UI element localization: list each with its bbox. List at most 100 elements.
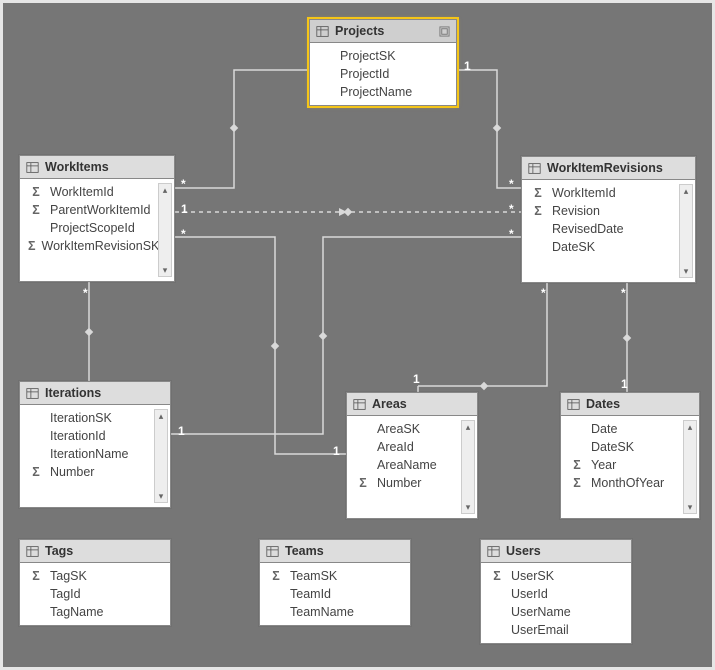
field-row[interactable]: AreaName (353, 456, 459, 474)
field-row[interactable]: ΣNumber (353, 474, 459, 492)
field-name: Year (591, 458, 616, 472)
scrollbar[interactable]: ▴ ▾ (683, 420, 697, 514)
scroll-up-icon[interactable]: ▴ (163, 184, 168, 196)
scrollbar[interactable]: ▴ ▾ (461, 420, 475, 514)
entity-title: Teams (285, 544, 324, 558)
field-row[interactable]: IterationName (26, 445, 152, 463)
entity-workitems[interactable]: WorkItems ΣWorkItemId ΣParentWorkItemId … (19, 155, 175, 282)
sigma-icon: Σ (569, 458, 585, 472)
card-label: 1 (181, 202, 188, 216)
field-row[interactable]: TagId (26, 585, 168, 603)
field-name: TeamSK (290, 569, 337, 583)
field-row[interactable]: ProjectName (316, 83, 454, 101)
entity-projects[interactable]: Projects ProjectSK ProjectId ProjectName (309, 19, 457, 106)
field-row[interactable]: ProjectId (316, 65, 454, 83)
sigma-icon: Σ (530, 204, 546, 218)
field-row[interactable]: IterationSK (26, 409, 152, 427)
scroll-down-icon[interactable]: ▾ (466, 501, 471, 513)
scroll-down-icon[interactable]: ▾ (163, 264, 168, 276)
entity-header[interactable]: WorkItemRevisions (522, 157, 695, 180)
field-row[interactable]: DateSK (567, 438, 681, 456)
table-icon (487, 545, 500, 558)
scroll-down-icon[interactable]: ▾ (688, 501, 693, 513)
entity-body: ProjectSK ProjectId ProjectName (310, 43, 456, 105)
card-label: * (541, 286, 546, 300)
field-row[interactable]: ΣRevision (528, 202, 677, 220)
card-label: * (83, 286, 88, 300)
scrollbar[interactable]: ▴ ▾ (154, 409, 168, 503)
entity-title: Users (506, 544, 541, 558)
field-row[interactable]: ΣParentWorkItemId (26, 201, 156, 219)
entity-body: ΣWorkItemId ΣRevision RevisedDate DateSK… (522, 180, 695, 282)
scrollbar[interactable]: ▴ ▾ (158, 183, 172, 277)
scroll-up-icon[interactable]: ▴ (466, 421, 471, 433)
diagram-canvas[interactable]: 1 * 1 * 1 * * * * 1 * * 1 1 1 Projects P… (0, 0, 715, 670)
field-row[interactable]: UserId (487, 585, 629, 603)
field-row[interactable]: ΣTagSK (26, 567, 168, 585)
field-row[interactable]: RevisedDate (528, 220, 677, 238)
entity-title: WorkItems (45, 160, 109, 174)
entity-users[interactable]: Users ΣUserSK UserId UserName UserEmail (480, 539, 632, 644)
entity-header[interactable]: Areas (347, 393, 477, 416)
field-row[interactable]: ΣMonthOfYear (567, 474, 681, 492)
field-row[interactable]: DateSK (528, 238, 677, 256)
field-row[interactable]: AreaId (353, 438, 459, 456)
field-name: Number (377, 476, 421, 490)
field-row[interactable]: ΣUserSK (487, 567, 629, 585)
field-row[interactable]: ProjectSK (316, 47, 454, 65)
entity-iterations[interactable]: Iterations IterationSK IterationId Itera… (19, 381, 171, 508)
sigma-icon: Σ (28, 185, 44, 199)
field-row[interactable]: Σ Year (567, 456, 681, 474)
field-name: WorkItemId (552, 186, 616, 200)
card-label: * (181, 177, 186, 191)
field-row[interactable]: Date (567, 420, 681, 438)
entity-areas[interactable]: Areas AreaSK AreaId AreaName ΣNumber ▴ ▾ (346, 392, 478, 519)
entity-header[interactable]: Projects (310, 20, 456, 43)
field-row[interactable]: ProjectScopeId (26, 219, 156, 237)
entity-header[interactable]: Tags (20, 540, 170, 563)
card-label: 1 (413, 372, 420, 386)
entity-title: Iterations (45, 386, 101, 400)
expand-icon[interactable] (439, 26, 450, 37)
field-row[interactable]: TagName (26, 603, 168, 621)
entity-workitemrevisions[interactable]: WorkItemRevisions ΣWorkItemId ΣRevision … (521, 156, 696, 283)
field-row[interactable]: TeamName (266, 603, 408, 621)
entity-body: Date DateSK Σ Year ΣMonthOfYear ▴ ▾ (561, 416, 699, 518)
field-row[interactable]: ΣWorkItemId (26, 183, 156, 201)
scroll-up-icon[interactable]: ▴ (684, 185, 689, 197)
sigma-icon: Σ (28, 465, 44, 479)
field-name: UserName (511, 605, 571, 619)
field-name: TeamName (290, 605, 354, 619)
field-name: ProjectId (340, 67, 389, 81)
scroll-up-icon[interactable]: ▴ (688, 421, 693, 433)
field-row[interactable]: AreaSK (353, 420, 459, 438)
field-name: Number (50, 465, 94, 479)
field-row[interactable]: Σ Number (26, 463, 152, 481)
entity-dates[interactable]: Dates Date DateSK Σ Year ΣMonthOfYear ▴ ▾ (560, 392, 700, 519)
scrollbar[interactable]: ▴ ▾ (679, 184, 693, 278)
entity-header[interactable]: Users (481, 540, 631, 563)
entity-header[interactable]: Iterations (20, 382, 170, 405)
field-row[interactable]: ΣTeamSK (266, 567, 408, 585)
entity-title: WorkItemRevisions (547, 161, 663, 175)
entity-header[interactable]: Teams (260, 540, 410, 563)
sigma-icon: Σ (489, 569, 505, 583)
card-label: * (509, 177, 514, 191)
entity-header[interactable]: WorkItems (20, 156, 174, 179)
field-name: TagName (50, 605, 104, 619)
field-row[interactable]: UserEmail (487, 621, 629, 639)
field-row[interactable]: UserName (487, 603, 629, 621)
scroll-down-icon[interactable]: ▾ (684, 265, 689, 277)
entity-tags[interactable]: Tags ΣTagSK TagId TagName (19, 539, 171, 626)
field-row[interactable]: TeamId (266, 585, 408, 603)
scroll-up-icon[interactable]: ▴ (159, 410, 164, 422)
field-name: Date (591, 422, 617, 436)
table-icon (26, 161, 39, 174)
field-name: UserId (511, 587, 548, 601)
scroll-down-icon[interactable]: ▾ (159, 490, 164, 502)
field-row[interactable]: IterationId (26, 427, 152, 445)
entity-header[interactable]: Dates (561, 393, 699, 416)
field-row[interactable]: ΣWorkItemRevisionSK (26, 237, 156, 255)
field-row[interactable]: ΣWorkItemId (528, 184, 677, 202)
entity-teams[interactable]: Teams ΣTeamSK TeamId TeamName (259, 539, 411, 626)
